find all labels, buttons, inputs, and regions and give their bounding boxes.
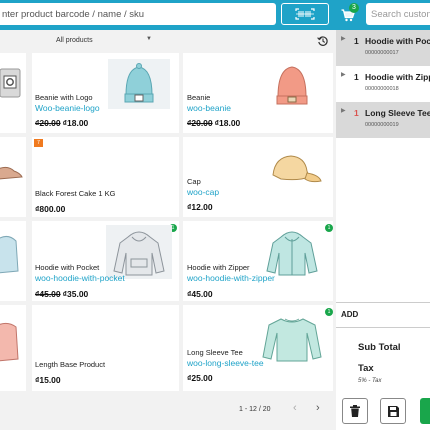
- chevron-down-icon: ▼: [146, 36, 152, 42]
- product-name: Beanie with Logo: [35, 93, 93, 102]
- product-slug: woo-long-sleeve-tee: [187, 358, 264, 368]
- product-name: Length Base Product: [35, 360, 106, 369]
- beanie-logo-image: [108, 59, 170, 109]
- product-old-price: ₫20.00: [35, 118, 61, 128]
- customer-search-input[interactable]: [366, 3, 430, 25]
- product-price: ₫800.00: [35, 204, 66, 214]
- beanie-image: [259, 59, 325, 109]
- product-card[interactable]: [0, 137, 26, 217]
- divider: [336, 327, 430, 328]
- poster-image: [0, 68, 21, 98]
- product-price: ₫20.00 ₫18.00: [35, 118, 88, 128]
- product-name: Beanie: [187, 93, 211, 102]
- cart-item-title: Hoodie with Pocket: [365, 36, 430, 46]
- product-slug: woo-cap: [187, 187, 220, 197]
- product-name: Long Sleeve Tee: [187, 348, 243, 357]
- history-icon: [317, 36, 328, 46]
- checkout-button[interactable]: [420, 398, 430, 424]
- product-name: Cap: [187, 177, 201, 186]
- product-card[interactable]: Beanie woo-beanie ₫20.00 ₫18.00: [183, 53, 333, 133]
- customer-search-box[interactable]: [366, 3, 430, 25]
- product-name: Hoodie with Zipper: [187, 263, 250, 272]
- shoe-image: [0, 166, 23, 180]
- expand-arrow-icon[interactable]: ▶: [341, 35, 346, 42]
- expand-arrow-icon[interactable]: ▶: [341, 107, 346, 114]
- product-slug: Woo-beanie-logo: [35, 103, 100, 113]
- product-price: ₫45.00 ₫35.00: [35, 289, 88, 299]
- product-name: Black Forest Cake 1 KG: [35, 189, 116, 198]
- add-button[interactable]: ADD: [341, 310, 358, 319]
- hoodie-zipper-image: [266, 231, 318, 276]
- subtotal-label: Sub Total: [358, 342, 401, 353]
- delete-cart-button[interactable]: [342, 398, 368, 424]
- product-card[interactable]: 1 Hoodie with Zipper woo-hoodie-with-zip…: [183, 221, 333, 301]
- cart-item-sku: 00000000018: [365, 86, 399, 92]
- product-old-price: ₫45.00: [35, 289, 61, 299]
- category-select[interactable]: All products ▼: [40, 33, 162, 49]
- prev-page-button[interactable]: ‹: [293, 402, 297, 414]
- product-price: ₫15.00: [35, 375, 61, 385]
- pagination-info: 1 - 12 / 20: [239, 406, 271, 413]
- tax-rate-label: 5% - Tax: [358, 378, 382, 384]
- barcode-scan-icon: [295, 8, 315, 20]
- product-price: ₫20.00 ₫18.00: [187, 118, 240, 128]
- stock-badge: 7: [34, 139, 43, 147]
- product-card[interactable]: Length Base Product ₫15.00: [32, 305, 179, 391]
- tax-label: Tax: [358, 363, 374, 374]
- product-sale-price: ₫18.00: [214, 118, 241, 128]
- cart-item[interactable]: ▶ 1 Long Sleeve Tee 00000000019: [336, 102, 430, 138]
- product-price: ₫12.00: [187, 202, 213, 212]
- save-cart-button[interactable]: [380, 398, 406, 424]
- product-card[interactable]: 1 Hoodie with Pocket woo-hoodie-with-poc…: [32, 221, 179, 301]
- cart-item-title: Hoodie with Zipper: [365, 72, 430, 82]
- stock-badge: 1: [325, 224, 333, 232]
- save-icon: [387, 405, 399, 417]
- hoodie-pocket-image: [106, 225, 172, 279]
- cart-panel: ▶ 1 Hoodie with Pocket 00000000017 ▶ 1 H…: [336, 30, 430, 430]
- product-price: ₫45.00: [187, 289, 213, 299]
- product-card[interactable]: Beanie with Logo Woo-beanie-logo ₫20.00 ₫…: [32, 53, 179, 133]
- product-slug: woo-hoodie-with-zipper: [187, 273, 275, 283]
- product-card[interactable]: [0, 53, 26, 133]
- product-card[interactable]: [0, 305, 26, 391]
- next-page-button[interactable]: ›: [316, 402, 320, 414]
- cart-item[interactable]: ▶ 1 Hoodie with Pocket 00000000017: [336, 30, 430, 66]
- cart-item-sku: 00000000019: [365, 122, 399, 128]
- category-select-value: All products: [56, 37, 93, 44]
- product-old-price: ₫20.00: [187, 118, 213, 128]
- cart-item-qty: 1: [354, 108, 359, 118]
- trash-icon: [350, 405, 360, 417]
- history-button[interactable]: [315, 33, 331, 49]
- cart-item-qty: 1: [354, 36, 359, 46]
- expand-arrow-icon[interactable]: ▶: [341, 71, 346, 78]
- cart-item[interactable]: ▶ 1 Hoodie with Zipper 00000000018: [336, 66, 430, 102]
- stock-badge: 1: [325, 308, 333, 316]
- product-card[interactable]: 1 Long Sleeve Tee woo-long-sleeve-tee ₫2…: [183, 305, 333, 391]
- product-search-input[interactable]: [0, 3, 276, 25]
- divider: [336, 302, 430, 303]
- hoodie-image: [0, 235, 19, 274]
- product-card[interactable]: 7 Black Forest Cake 1 KG ₫800.00: [32, 137, 179, 217]
- long-sleeve-tee-image: [262, 318, 322, 362]
- product-slug: woo-hoodie-with-pocket: [35, 273, 125, 283]
- product-card[interactable]: [0, 221, 26, 301]
- cap-image: [272, 155, 322, 183]
- product-sale-price: ₫35.00: [62, 289, 89, 299]
- product-slug: woo-beanie: [187, 103, 231, 113]
- cart-count-badge: 3: [349, 3, 359, 13]
- cart-item-title: Long Sleeve Tee: [365, 108, 430, 118]
- barcode-scan-button[interactable]: [281, 3, 329, 25]
- product-card[interactable]: Cap woo-cap ₫12.00: [183, 137, 333, 217]
- product-name: Hoodie with Pocket: [35, 263, 100, 272]
- cart-item-sku: 00000000017: [365, 50, 399, 56]
- product-sale-price: ₫18.00: [62, 118, 89, 128]
- cart-item-qty: 1: [354, 72, 359, 82]
- tee-image: [0, 322, 19, 362]
- cart-button[interactable]: 3: [333, 0, 363, 30]
- pos-screen: 3 All products ▼ Beanie wi: [0, 0, 430, 430]
- top-bar: 3: [0, 0, 430, 30]
- product-price: ₫25.00: [187, 373, 213, 383]
- product-search-box[interactable]: [0, 3, 276, 25]
